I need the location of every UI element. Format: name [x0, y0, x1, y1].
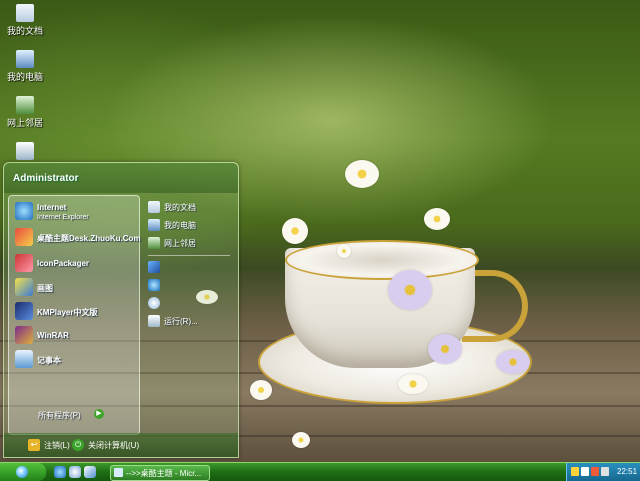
- program-name: IconPackager: [37, 259, 90, 268]
- desktop-icon-my-computer[interactable]: 我的电脑: [2, 50, 48, 83]
- taskbar-window-title: -->>桌酷主题 - Micr...: [126, 469, 202, 478]
- teacup-rim-image: [285, 240, 479, 280]
- tray-app-icon[interactable]: [581, 467, 589, 476]
- place-network-places[interactable]: 网上邻居: [144, 235, 236, 251]
- help-icon: [148, 279, 160, 291]
- my-documents-icon: [148, 201, 160, 213]
- internet-explorer-icon: [15, 202, 33, 220]
- program-notepad[interactable]: 记事本: [11, 348, 137, 370]
- place-name: 我的文档: [164, 203, 196, 212]
- place-my-computer[interactable]: 我的电脑: [144, 217, 236, 233]
- flower-image: [424, 208, 450, 230]
- logoff-button[interactable]: ↩ 注销(L): [28, 439, 78, 453]
- shutdown-button[interactable]: ⏻ 关闭计算机(U): [72, 439, 152, 453]
- start-button[interactable]: [0, 463, 46, 481]
- flower-image: [496, 350, 530, 374]
- all-programs-button[interactable]: 所有程序(P): [38, 410, 81, 421]
- system-tray: 22:51: [566, 463, 640, 481]
- program-name: Internet: [37, 203, 67, 212]
- flower-image: [345, 160, 379, 188]
- place-control-panel[interactable]: [144, 259, 236, 275]
- network-places-icon: [148, 237, 160, 249]
- zhuoku-theme-icon: [15, 228, 33, 246]
- power-icon: ⏻: [72, 439, 84, 451]
- clock[interactable]: 22:51: [617, 467, 637, 476]
- flower-image: [398, 374, 428, 394]
- desktop-icon-recycle-bin[interactable]: [2, 142, 48, 162]
- quicklaunch-media-icon[interactable]: [69, 466, 81, 478]
- window-app-icon: [114, 468, 123, 477]
- program-description: Internet Explorer: [37, 214, 89, 221]
- program-name: KMPlayer中文版: [37, 308, 98, 317]
- program-name: 画图: [37, 284, 53, 293]
- my-computer-icon: [148, 219, 160, 231]
- flower-image: [428, 334, 462, 364]
- volume-icon[interactable]: [601, 467, 609, 476]
- notepad-icon: [15, 350, 33, 368]
- flower-image: [292, 432, 310, 448]
- desktop-icon-network-places[interactable]: 网上邻居: [2, 96, 48, 129]
- program-iconpackager[interactable]: IconPackager: [11, 252, 137, 274]
- program-paint[interactable]: 画图: [11, 276, 137, 298]
- all-programs-arrow-icon: ▶: [94, 409, 104, 419]
- windows-logo-icon: [16, 466, 28, 478]
- logoff-icon: ↩: [28, 439, 40, 451]
- tray-arrow-icon[interactable]: [571, 467, 579, 476]
- desktop-icon-label: 网上邻居: [6, 118, 43, 128]
- place-search[interactable]: [144, 295, 236, 311]
- program-kmplayer[interactable]: KMPlayer中文版: [11, 300, 137, 322]
- search-icon: [148, 297, 160, 309]
- paint-icon: [15, 278, 33, 296]
- logoff-label: 注销(L): [44, 441, 70, 450]
- place-run[interactable]: 运行(R)...: [144, 313, 236, 329]
- tray-app-icon[interactable]: [591, 467, 599, 476]
- my-computer-icon: [16, 50, 34, 68]
- iconpackager-icon: [15, 254, 33, 272]
- quicklaunch-ie-icon[interactable]: [54, 466, 66, 478]
- kmplayer-icon: [15, 302, 33, 320]
- desktop-icon-my-documents[interactable]: 我的文档: [2, 4, 48, 37]
- program-name: WinRAR: [37, 331, 69, 340]
- run-icon: [148, 315, 160, 327]
- taskbar-window-button[interactable]: -->>桌酷主题 - Micr...: [110, 465, 210, 481]
- program-internet-explorer[interactable]: Internet Internet Explorer: [11, 200, 137, 222]
- flower-image: [388, 270, 432, 310]
- quicklaunch-desktop-icon[interactable]: [84, 466, 96, 478]
- place-name: 网上邻居: [164, 239, 196, 248]
- taskbar: -->>桌酷主题 - Micr... 22:51: [0, 462, 640, 481]
- programs-pane: Internet Internet Explorer 桌酷主题Desk.Zhuo…: [8, 195, 141, 435]
- flower-image: [282, 218, 308, 244]
- desktop-icon-label: 我的文档: [6, 26, 43, 36]
- flower-image: [250, 380, 272, 400]
- start-menu-header: Administrator: [4, 163, 238, 193]
- control-panel-icon: [148, 261, 160, 273]
- place-name: 我的电脑: [164, 221, 196, 230]
- place-help[interactable]: [144, 277, 236, 293]
- program-winrar[interactable]: WinRAR: [11, 324, 137, 346]
- desktop-icon-label: 我的电脑: [6, 72, 43, 82]
- flower-image: [337, 244, 351, 258]
- shutdown-label: 关闭计算机(U): [88, 441, 140, 450]
- place-name: 运行(R)...: [164, 317, 198, 326]
- program-zhuoku-theme[interactable]: 桌酷主题Desk.ZhuoKu.Com: [11, 226, 141, 248]
- start-menu-footer: ↩ 注销(L) ⏻ 关闭计算机(U): [4, 433, 238, 457]
- program-name: 桌酷主题Desk.ZhuoKu.Com: [37, 234, 141, 243]
- start-menu: Administrator Internet Internet Explorer…: [3, 162, 239, 458]
- winrar-icon: [15, 326, 33, 344]
- place-my-documents[interactable]: 我的文档: [144, 199, 236, 215]
- my-documents-icon: [16, 4, 34, 22]
- places-pane: 我的文档 我的电脑 网上邻居 运行(R)...: [144, 195, 236, 433]
- places-separator: [148, 255, 230, 256]
- recycle-bin-icon: [16, 142, 34, 160]
- user-name: Administrator: [13, 173, 79, 184]
- program-name: 记事本: [37, 356, 61, 365]
- network-places-icon: [16, 96, 34, 114]
